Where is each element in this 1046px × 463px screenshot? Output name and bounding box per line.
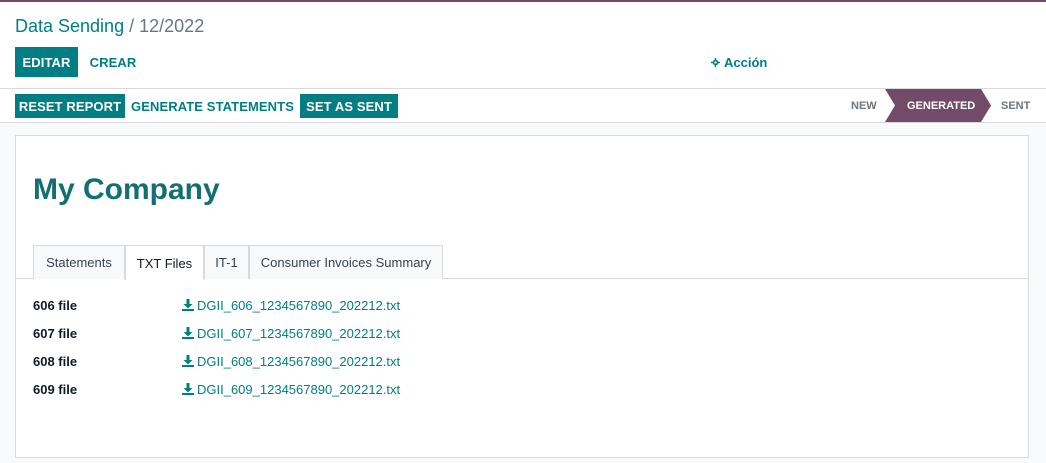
file-name: DGII_607_1234567890_202212.txt: [197, 325, 401, 341]
file-download-link[interactable]: DGII_607_1234567890_202212.txt: [182, 326, 400, 341]
gear-icon: [711, 58, 720, 67]
breadcrumb-parent-link[interactable]: Data Sending: [15, 16, 124, 36]
tab-statements[interactable]: Statements: [33, 245, 125, 279]
file-label: 607 file: [33, 325, 78, 341]
file-label: 606 file: [33, 297, 78, 313]
generate-statements-button[interactable]: GENERATE STATEMENTS: [129, 94, 296, 118]
breadcrumb: Data Sending / 12/2022: [15, 15, 204, 37]
action-menu-label: Acción: [724, 55, 768, 70]
file-row-609: 609 file DGII_609_1234567890_202212.txt: [33, 379, 733, 399]
file-download-link[interactable]: DGII_608_1234567890_202212.txt: [182, 354, 400, 369]
tab-txt-files[interactable]: TXT Files: [125, 245, 204, 280]
file-download-link[interactable]: DGII_606_1234567890_202212.txt: [182, 298, 400, 313]
stage-generated-label: GENERATED: [907, 99, 976, 112]
file-row-606: 606 file DGII_606_1234567890_202212.txt: [33, 295, 733, 315]
action-menu-button[interactable]: Acción: [711, 55, 767, 70]
edit-button[interactable]: EDITAR: [15, 47, 78, 77]
stage-sent[interactable]: SENT: [1001, 89, 1030, 122]
file-label: 608 file: [33, 353, 78, 369]
file-row-607: 607 file DGII_607_1234567890_202212.txt: [33, 323, 733, 343]
breadcrumb-separator: /: [129, 16, 135, 36]
tab-consumer-invoices-summary[interactable]: Consumer Invoices Summary: [249, 245, 443, 279]
download-icon: [182, 355, 194, 367]
file-name: DGII_608_1234567890_202212.txt: [197, 353, 401, 369]
download-icon: [182, 383, 194, 395]
download-icon: [182, 327, 194, 339]
reset-report-button[interactable]: RESET REPORT: [15, 94, 125, 118]
control-panel: Data Sending / 12/2022 EDITAR CREAR Acci…: [0, 2, 1046, 88]
file-download-link[interactable]: DGII_609_1234567890_202212.txt: [182, 382, 400, 397]
stage-new[interactable]: NEW: [851, 89, 877, 122]
company-title: My Company: [33, 173, 220, 206]
notebook-tabs: Statements TXT Files IT-1 Consumer Invoi…: [16, 245, 1028, 280]
set-as-sent-button[interactable]: SET AS SENT: [300, 94, 398, 118]
create-button[interactable]: CREAR: [82, 47, 144, 77]
download-icon: [182, 299, 194, 311]
file-name: DGII_609_1234567890_202212.txt: [197, 381, 401, 397]
file-label: 609 file: [33, 381, 78, 397]
status-bar: RESET REPORT GENERATE STATEMENTS SET AS …: [0, 88, 1046, 123]
file-name: DGII_606_1234567890_202212.txt: [197, 297, 401, 313]
breadcrumb-current: 12/2022: [139, 16, 205, 36]
stage-generated[interactable]: GENERATED: [885, 89, 991, 122]
form-sheet: My Company Statements TXT Files IT-1 Con…: [15, 135, 1029, 458]
tab-it-1[interactable]: IT-1: [204, 245, 249, 279]
file-row-608: 608 file DGII_608_1234567890_202212.txt: [33, 351, 733, 371]
